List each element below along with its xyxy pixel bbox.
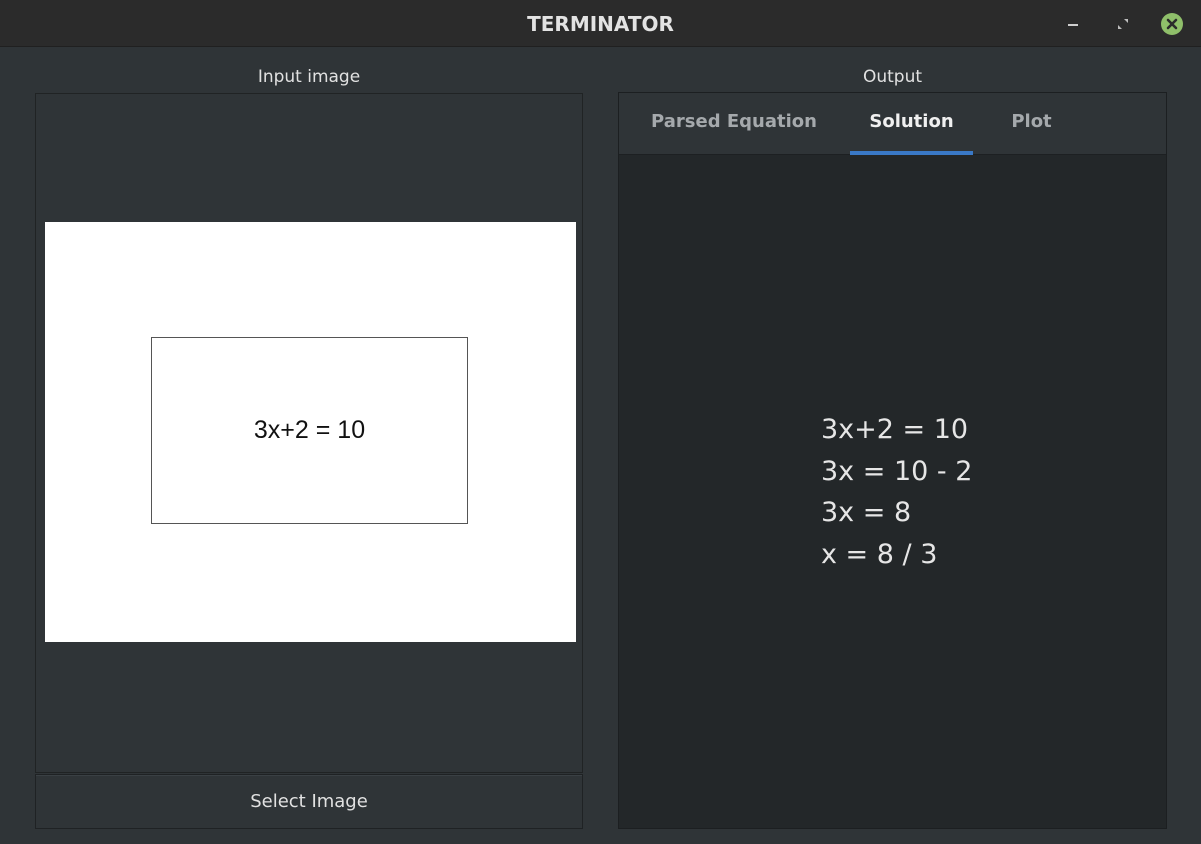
select-image-button[interactable]: Select Image [35,774,583,829]
close-icon [1161,13,1183,35]
active-tab-indicator [850,151,973,155]
solution-line: 3x+2 = 10 [821,414,969,445]
title-bar[interactable]: TERMINATOR [0,0,1201,47]
app-window: TERMINATOR Input image Output 3x+2 = 10 … [0,0,1201,844]
input-image: 3x+2 = 10 [45,222,576,642]
input-image-frame: 3x+2 = 10 [35,93,583,773]
tab-bar: Parsed Equation Solution Plot [619,93,1166,155]
solution-line: x = 8 / 3 [821,538,938,570]
tab-plot[interactable]: Plot [999,111,1064,132]
solution-line: 3x = 8 [821,497,912,528]
solution-text: 3x+2 = 10 3x = 10 - 2 3x = 8 x = 8 / 3 [821,409,972,575]
minimize-icon [1068,24,1078,26]
tab-parsed-equation[interactable]: Parsed Equation [639,111,829,132]
input-image-label: Input image [257,67,361,87]
maximize-icon [1118,19,1128,29]
output-label: Output [862,67,923,87]
image-equation-text: 3x+2 = 10 [253,416,366,444]
window-title: TERMINATOR [527,12,674,36]
minimize-button[interactable] [1061,12,1085,36]
close-button[interactable] [1160,12,1184,36]
equation-box: 3x+2 = 10 [151,337,468,524]
output-panel: Parsed Equation Solution Plot 3x+2 = 10 … [618,92,1167,829]
tab-solution[interactable]: Solution [850,111,973,132]
solution-line: 3x = 10 - 2 [821,455,973,487]
maximize-button[interactable] [1111,12,1135,36]
